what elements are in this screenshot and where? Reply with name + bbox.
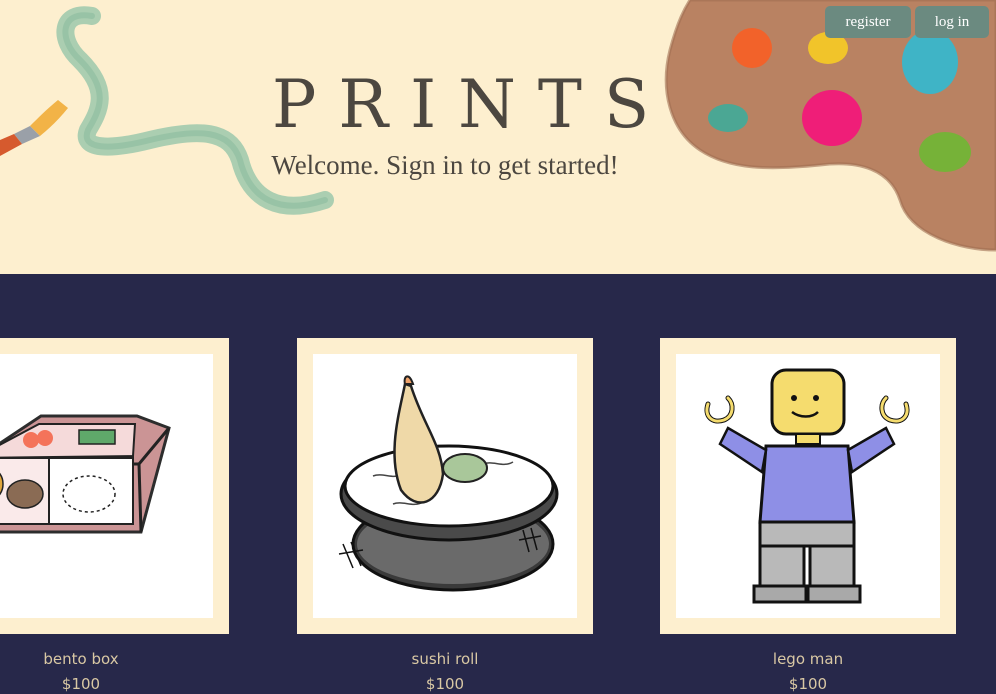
product-gallery: bento box $100 sushi roll $100 lego man … xyxy=(0,274,996,694)
product-card[interactable]: lego man $100 xyxy=(660,338,956,693)
welcome-message: Welcome. Sign in to get started! xyxy=(271,150,619,180)
product-card[interactable]: bento box $100 xyxy=(0,338,229,693)
bento-box-illustration xyxy=(0,414,171,534)
product-card[interactable]: sushi roll $100 xyxy=(297,338,593,693)
paint-palette-illustration xyxy=(664,0,996,252)
product-price: $100 xyxy=(61,675,101,693)
sushi-roll-illustration xyxy=(338,375,559,592)
register-button[interactable]: register xyxy=(825,6,911,38)
product-frame[interactable] xyxy=(0,338,229,634)
product-name[interactable]: bento box xyxy=(0,650,229,668)
product-price: $100 xyxy=(425,675,465,693)
product-frame[interactable] xyxy=(660,338,956,634)
site-header: PRINTS Welcome. Sign in to get started! … xyxy=(0,0,996,274)
page-title: PRINTS xyxy=(272,66,672,143)
product-name[interactable]: sushi roll xyxy=(297,650,593,668)
login-button[interactable]: log in xyxy=(915,6,989,38)
lego-man-illustration xyxy=(704,368,910,604)
product-name[interactable]: lego man xyxy=(660,650,956,668)
product-price: $100 xyxy=(788,675,828,693)
product-frame[interactable] xyxy=(297,338,593,634)
